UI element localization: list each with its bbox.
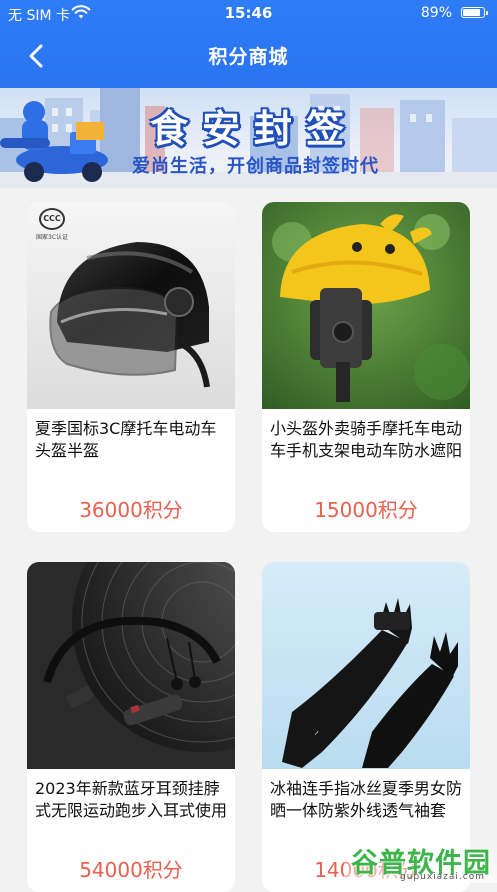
battery-icon [461,7,488,18]
product-card[interactable]: CCC 国家3C认证 夏季国标3C摩托车电动车头盔半盔 36000积分 [27,202,235,532]
promo-banner[interactable]: 食安封签 爱尚生活，开创商品封签时代 [0,88,497,188]
product-image-earphones [27,562,235,769]
banner-slogan: 爱尚生活，开创商品封签时代 [132,156,379,177]
product-price: 54000积分 [79,858,183,882]
product-image-ice-sleeves: ~ [262,562,470,769]
product-image-helmet: CCC 国家3C认证 [27,202,235,409]
banner-headline: 食安封签 [150,107,359,151]
product-image-phone-mount [262,202,470,409]
battery-fill [463,9,480,16]
product-name: 冰袖连手指冰丝夏季男女防晒一体防紫外线透气袖套 [270,779,463,820]
product-name: 2023年新款蓝牙耳颈挂脖式无限运动跑步入耳式使用 [35,779,228,820]
app-header: 无 SIM 卡 15:46 89% 积分商城 [0,0,497,88]
product-name: 小头盔外卖骑手摩托车电动车手机支架电动车防水遮阳 [270,419,463,460]
product-card[interactable]: 小头盔外卖骑手摩托车电动车手机支架电动车防水遮阳 15000积分 [262,202,470,532]
nav-bar: 积分商城 [0,30,497,82]
product-card[interactable]: 2023年新款蓝牙耳颈挂脖式无限运动跑步入耳式使用 54000积分 [27,562,235,892]
page-title: 积分商城 [208,46,289,68]
3c-certification-badge: CCC [39,208,65,230]
watermark-url: gupuxiazai.com [400,872,485,882]
product-price: 15000积分 [314,498,418,522]
status-bar: 无 SIM 卡 15:46 89% [0,0,497,26]
product-name: 夏季国标3C摩托车电动车头盔半盔 [35,419,217,460]
battery-percent: 89% [420,5,452,21]
3c-badge-label: 国家3C认证 [36,234,69,241]
product-price: 36000积分 [79,498,183,522]
site-watermark: 谷普软件园 gupuxiazai.com [344,837,497,883]
